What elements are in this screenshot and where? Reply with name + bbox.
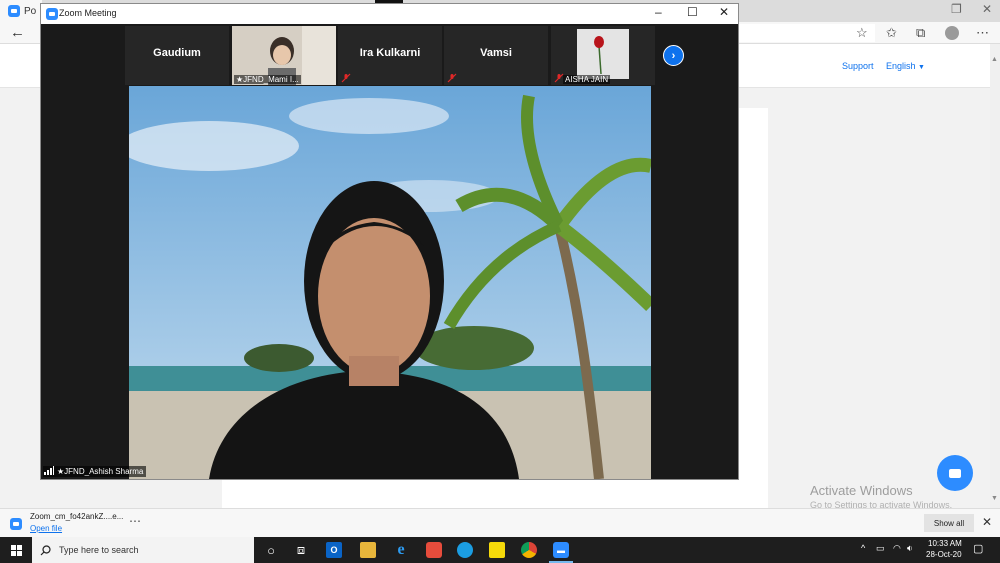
maximize-icon[interactable]: ☐ [687,5,698,19]
show-all-button[interactable]: Show all [924,514,974,532]
page-scrollbar[interactable] [990,44,1000,508]
download-bar: Zoom_cm_fo42ankZ....e... Open file ⋯ Sho… [0,508,1000,537]
zoom-app-icon[interactable]: ▬ [553,542,569,558]
taskbar-search-box[interactable]: Type here to search [32,537,254,563]
download-file-name[interactable]: Zoom_cm_fo42ankZ....e... [30,512,123,521]
zoom-logo-icon [46,8,58,20]
scroll-up-icon[interactable]: ▲ [991,56,998,63]
browser-tab-title: Po [24,5,37,17]
notifications-icon[interactable]: ▢ [973,542,983,555]
participant-name: Vamsi [480,47,512,59]
zoom-close-icon[interactable]: ✕ [719,5,729,19]
clock-date[interactable]: 28-Oct-20 [926,550,962,559]
download-bar-close-icon[interactable]: ✕ [982,515,992,529]
participant-strip: Gaudium ★JFND_Mami I... Ira Kulkarni Vam… [41,24,738,88]
edge-icon[interactable] [457,542,473,558]
collections-icon[interactable]: ⧉ [916,25,925,41]
open-file-link[interactable]: Open file [30,524,62,533]
chat-button[interactable] [937,455,973,491]
restore-icon[interactable]: ❐ [951,2,962,16]
scroll-down-icon[interactable]: ▼ [991,495,998,502]
outlook-icon[interactable]: O [326,542,342,558]
participant-name: ★JFND_Mami I... [234,75,301,84]
chevron-right-icon: › [671,49,676,62]
task-view-icon[interactable]: ⧈ [293,542,309,558]
support-link[interactable]: Support [842,61,874,71]
wifi-icon[interactable]: ◠ [893,543,901,554]
back-arrow-icon[interactable]: ← [10,24,25,41]
participant-tile[interactable]: AISHA JAIN [551,26,655,85]
sticky-notes-icon[interactable] [489,542,505,558]
speaker-video-frame [129,86,651,479]
clock-time[interactable]: 10:33 AM [928,539,962,548]
show-hidden-icons[interactable]: ^ [861,543,865,553]
activate-windows-title: Activate Windows [810,483,913,498]
battery-icon[interactable]: ▭ [876,543,885,554]
windows-logo-icon [10,544,22,556]
zoom-installer-icon [10,518,22,530]
favorite-star-icon[interactable]: ☆ [856,25,868,41]
windows-taskbar: Type here to search ○ ⧈ O e ▬ ^ ▭ ◠ 🔉︎ 1… [0,537,1000,563]
zoom-meeting-window: Zoom Meeting – ☐ ✕ Gaudium ★JFND_Mami I.… [40,3,739,480]
active-speaker-name: ★JFND_Ashish Sharma [43,466,147,477]
zoom-favicon-icon [8,5,20,17]
address-bar[interactable] [735,24,875,42]
chrome-icon[interactable] [521,542,537,558]
participant-name: Ira Kulkarni [359,47,421,59]
start-button[interactable] [0,537,32,563]
chat-bubble-icon [949,468,961,478]
language-dropdown[interactable]: English ▼ [886,61,925,71]
volume-icon[interactable]: 🔉︎ [907,543,913,554]
muted-mic-icon [341,73,351,83]
participant-tile[interactable]: Gaudium [125,26,229,85]
more-options-icon[interactable]: ⋯ [976,25,989,41]
participant-tile[interactable]: Vamsi [444,26,548,85]
active-speaker-video [129,86,651,479]
anydesk-icon[interactable] [426,542,442,558]
muted-mic-icon [447,73,457,83]
search-icon [40,544,51,555]
network-signal-icon [44,466,54,475]
caret-down-icon: ▼ [918,64,925,71]
download-more-icon[interactable]: ⋯ [129,514,141,528]
zoom-window-title: Zoom Meeting [59,8,117,18]
participant-tile[interactable]: Ira Kulkarni [338,26,442,85]
minimize-icon[interactable]: – [655,5,662,19]
favorites-list-icon[interactable]: ✩ [886,25,897,41]
profile-avatar-icon[interactable] [945,26,959,40]
zoom-titlebar: Zoom Meeting – ☐ ✕ [41,4,738,24]
file-explorer-icon[interactable] [360,542,376,558]
next-page-button[interactable]: › [663,45,684,66]
search-placeholder: Type here to search [59,545,139,555]
participant-name: AISHA JAIN [563,75,611,84]
internet-explorer-icon[interactable]: e [393,541,409,558]
participant-name: Gaudium [153,47,201,59]
browser-tab[interactable]: Po [0,0,42,22]
participant-tile[interactable]: ★JFND_Mami I... [232,26,336,85]
close-icon[interactable]: ✕ [982,2,992,16]
language-label: English [886,61,916,71]
cortana-icon[interactable]: ○ [263,542,279,558]
